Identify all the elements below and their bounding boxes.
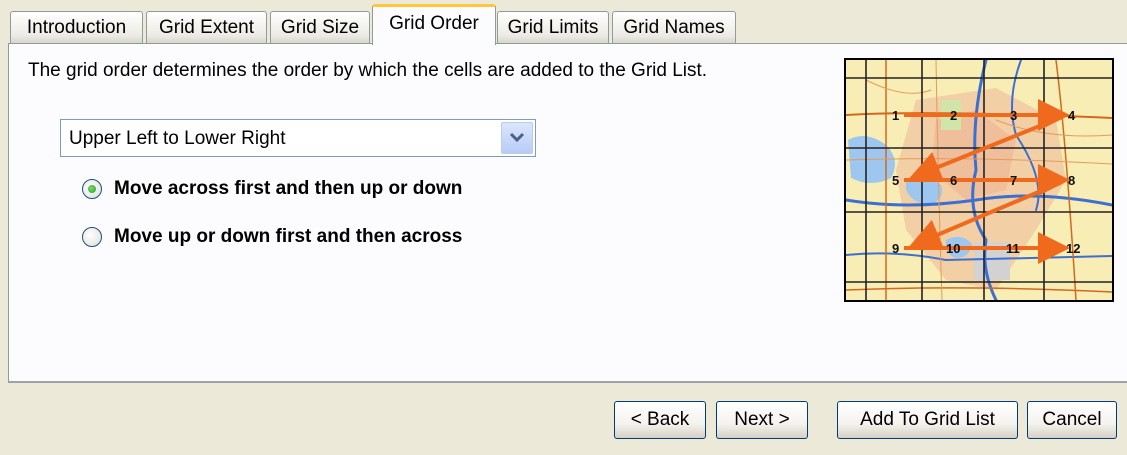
radio-checked-dot <box>88 185 96 193</box>
tab-grid-order[interactable]: Grid Order <box>372 4 496 45</box>
grid-order-panel: The grid order determines the order by w… <box>8 43 1127 383</box>
map-illustration: 1 2 3 4 5 6 7 8 9 10 11 12 <box>846 60 1112 300</box>
cell-number: 11 <box>1006 241 1020 256</box>
radio-button-unchecked[interactable] <box>82 227 102 247</box>
tab-introduction[interactable]: Introduction <box>10 11 143 43</box>
add-to-grid-list-button[interactable]: Add To Grid List <box>837 401 1018 439</box>
cell-number: 8 <box>1068 173 1075 188</box>
radio-updown-first-label[interactable]: Move up or down first and then across <box>114 226 462 248</box>
cell-number: 6 <box>950 173 957 188</box>
grid-order-preview-map: 1 2 3 4 5 6 7 8 9 10 11 12 <box>844 58 1114 302</box>
tab-strip: Introduction Grid Extent Grid Size Grid … <box>0 0 1127 45</box>
cell-number: 10 <box>946 241 960 256</box>
cell-number: 5 <box>892 173 899 188</box>
grid-order-description: The grid order determines the order by w… <box>28 60 708 81</box>
cell-number: 1 <box>892 108 899 123</box>
cancel-button[interactable]: Cancel <box>1027 401 1117 439</box>
cell-number: 7 <box>1010 173 1017 188</box>
tab-grid-limits[interactable]: Grid Limits <box>497 11 609 43</box>
cell-number: 3 <box>1010 108 1017 123</box>
cell-number: 12 <box>1066 241 1080 256</box>
radio-across-first-label[interactable]: Move across first and then up or down <box>114 178 462 200</box>
tab-grid-names[interactable]: Grid Names <box>612 11 736 43</box>
cell-number: 9 <box>892 241 899 256</box>
back-button[interactable]: < Back <box>614 401 706 439</box>
chevron-down-icon <box>509 132 525 143</box>
tab-grid-size[interactable]: Grid Size <box>270 11 370 43</box>
cell-number: 4 <box>1068 108 1076 123</box>
next-button[interactable]: Next > <box>716 401 808 439</box>
grid-order-dropdown[interactable]: Upper Left to Lower Right <box>60 119 536 157</box>
dropdown-arrow-button[interactable] <box>501 122 533 154</box>
cell-number: 2 <box>950 108 957 123</box>
radio-button-checked[interactable] <box>82 179 102 199</box>
grid-order-selected-value: Upper Left to Lower Right <box>69 128 286 149</box>
tab-grid-extent[interactable]: Grid Extent <box>146 11 267 43</box>
